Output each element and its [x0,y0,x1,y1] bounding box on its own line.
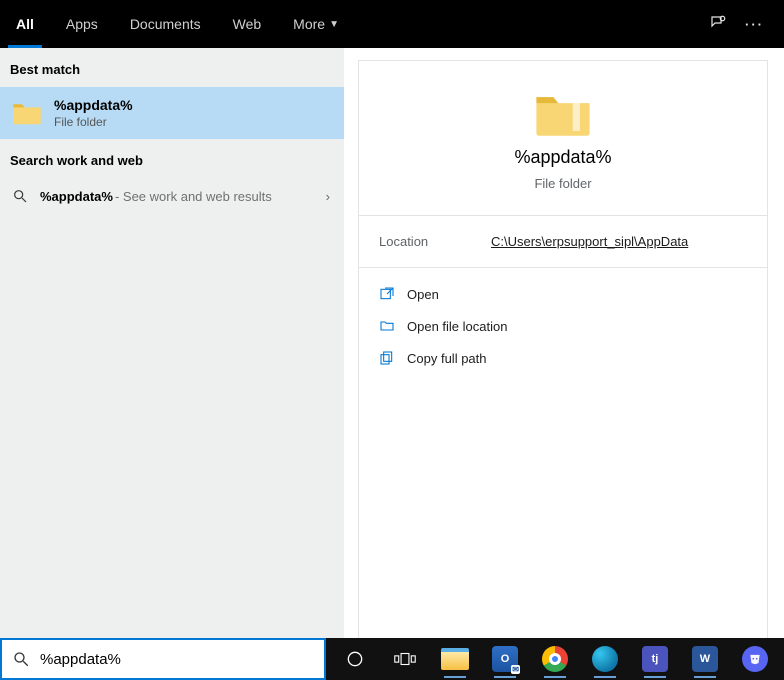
teams-icon: tj [642,646,668,672]
taskbar-app-edge[interactable] [584,640,626,678]
action-open-label: Open [407,287,439,302]
tab-web[interactable]: Web [217,0,278,48]
preview-pane: %appdata% File folder Location C:\Users\… [344,48,784,638]
work-web-header: Search work and web [0,139,344,178]
task-view-icon [394,650,416,668]
search-filter-bar: All Apps Documents Web More ▼ ··· [0,0,784,48]
search-icon [12,188,28,204]
best-match-result[interactable]: %appdata% File folder [0,87,344,139]
taskbar-app-file-explorer[interactable] [434,640,476,678]
tab-apps[interactable]: Apps [50,0,114,48]
cortana-icon [345,649,365,669]
search-input[interactable] [40,651,314,668]
web-result-suffix: - See work and web results [115,189,272,204]
preview-type: File folder [534,176,591,191]
copy-icon [379,350,395,366]
best-match-subtitle: File folder [54,115,133,129]
preview-card: %appdata% File folder Location C:\Users\… [358,60,768,640]
file-explorer-icon [441,648,469,670]
word-icon: W [692,646,718,672]
taskbar-app-teams[interactable]: tj [634,640,676,678]
filter-tabs: All Apps Documents Web More ▼ [0,0,355,48]
taskbar-app-word[interactable]: W [684,640,726,678]
chevron-right-icon: › [326,189,330,204]
tab-more-label: More [293,16,325,32]
web-result[interactable]: %appdata% - See work and web results › [0,178,344,214]
folder-icon [12,100,42,126]
tab-all-label: All [16,16,34,32]
folder-icon [534,89,592,139]
tab-documents-label: Documents [130,16,201,32]
open-icon [379,286,395,302]
discord-icon [742,646,768,672]
start-search-box[interactable] [0,638,326,680]
best-match-text: %appdata% File folder [54,97,133,129]
chrome-icon [542,646,568,672]
web-result-query: %appdata% [40,189,113,204]
best-match-title: %appdata% [54,97,133,113]
topbar-right: ··· [709,14,784,35]
chevron-down-icon: ▼ [329,19,339,30]
web-result-text: %appdata% - See work and web results [40,189,272,204]
search-results-pane: Best match %appdata% File folder Search … [0,48,784,638]
taskbar-app-outlook[interactable]: O✉ [484,640,526,678]
location-row: Location C:\Users\erpsupport_sipl\AppDat… [359,215,767,267]
cortana-button[interactable] [334,640,376,678]
taskbar-app-discord[interactable] [734,640,776,678]
search-icon [12,650,30,668]
action-open-location-label: Open file location [407,319,507,334]
results-list: Best match %appdata% File folder Search … [0,48,344,638]
outlook-icon: O✉ [492,646,518,672]
tab-web-label: Web [233,16,262,32]
task-view-button[interactable] [384,640,426,678]
best-match-header: Best match [0,48,344,87]
preview-header: %appdata% File folder [359,79,767,215]
feedback-icon[interactable] [709,14,727,35]
edge-icon [592,646,618,672]
folder-open-icon [379,318,395,334]
action-open[interactable]: Open [367,278,759,310]
tab-all[interactable]: All [0,0,50,48]
more-options-icon[interactable]: ··· [745,17,764,32]
taskbar-app-chrome[interactable] [534,640,576,678]
action-copy-path[interactable]: Copy full path [367,342,759,374]
location-value[interactable]: C:\Users\erpsupport_sipl\AppData [491,234,688,249]
taskbar-area: O✉ tj W [0,638,784,680]
action-open-location[interactable]: Open file location [367,310,759,342]
location-label: Location [379,234,451,249]
preview-name: %appdata% [514,147,611,168]
tab-documents[interactable]: Documents [114,0,217,48]
tab-more[interactable]: More ▼ [277,0,355,48]
taskbar: O✉ tj W [326,638,784,680]
action-copy-path-label: Copy full path [407,351,487,366]
preview-actions: Open Open file location Copy full path [359,267,767,384]
tab-apps-label: Apps [66,16,98,32]
